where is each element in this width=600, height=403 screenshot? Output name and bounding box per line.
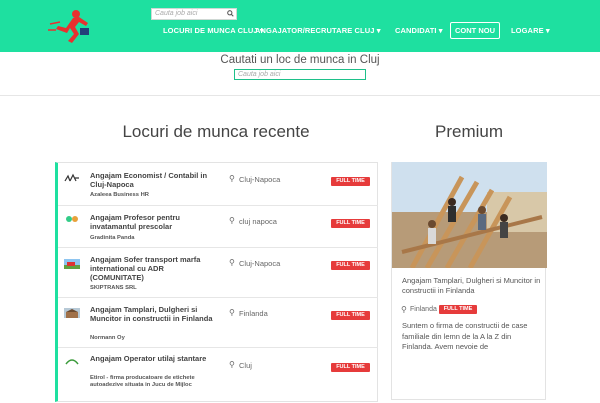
job-company: SKIPTRANS SRL [90,285,137,291]
company-logo-image [64,214,80,224]
location-pin-icon: ⚲ [229,308,235,317]
job-company: Gradinita Panda [90,235,135,241]
header-search-input[interactable]: Cauta job aici [151,8,237,20]
job-company: Normann Oy [90,335,125,341]
company-logo-image [64,308,80,318]
nav-locuri-label: LOCURI DE MUNCA CLUJ [163,26,258,35]
nav-logare[interactable]: LOGARE ▾ [511,26,550,35]
job-title[interactable]: Angajam Sofer transport marfa internatio… [90,255,218,282]
job-type-badge: FULL TIME [331,177,370,186]
job-type-badge: FULL TIME [331,363,370,372]
nav-candidati[interactable]: CANDIDATI ▾ [395,26,443,35]
construction-workers-image [392,162,547,268]
chevron-down-icon: ▾ [376,26,381,35]
nav-logare-label: LOGARE [511,26,544,35]
job-title[interactable]: Angajam Profesor pentru invatamantul pre… [90,213,218,231]
logo-runner-icon[interactable] [46,8,94,44]
nav-locuri-de-munca[interactable]: LOCURI DE MUNCA CLUJ ▾ [163,26,264,35]
job-location: Cluj [239,361,252,370]
hero-search-input[interactable]: Cauta job aici [234,69,366,80]
section-divider [0,95,600,96]
premium-title: Premium [434,122,503,141]
premium-job-card[interactable]: Angajam Tamplari, Dulgheri si Muncitor i… [391,162,547,400]
header-search-placeholder: Cauta job aici [155,10,198,17]
job-row[interactable]: Angajam Sofer transport marfa internatio… [58,248,378,298]
job-row[interactable]: Angajam Operator utilaj stantare Etirol … [58,348,378,403]
recent-jobs-title: Locuri de munca recente [122,122,310,141]
job-title[interactable]: Angajam Economist / Contabil in Cluj-Nap… [90,171,218,189]
job-location: Cluj-Napoca [239,259,281,268]
chevron-down-icon: ▾ [438,26,443,35]
job-company: Etirol - firma producatoare de etichete … [90,375,195,388]
nav-angajator-label: ANGAJATOR/RECRUTARE CLUJ [255,26,375,35]
job-location: cluj napoca [239,217,277,226]
job-location: Cluj-Napoca [239,175,281,184]
job-row[interactable]: Angajam Profesor pentru invatamantul pre… [58,206,378,248]
search-icon[interactable] [225,10,235,18]
job-row[interactable]: Angajam Economist / Contabil in Cluj-Nap… [58,163,378,206]
location-pin-icon: ⚲ [229,174,235,183]
company-logo-image [64,356,80,366]
company-logo-image [64,173,80,183]
job-type-badge: FULL TIME [331,219,370,228]
hero-title: Cautati un loc de munca in Cluj [220,54,380,66]
job-company: Azaleea Business HR [90,192,149,198]
top-navigation-bar: Cauta job aici LOCURI DE MUNCA CLUJ ▾ AN… [0,0,600,52]
job-location: Finlanda [239,309,268,318]
premium-job-description: Suntem o firma de constructii de case fa… [402,321,528,351]
premium-job-title[interactable]: Angajam Tamplari, Dulgheri si Muncitor i… [402,276,542,296]
nav-angajator[interactable]: ANGAJATOR/RECRUTARE CLUJ ▾ [255,26,381,35]
cont-nou-button[interactable]: CONT NOU [450,22,500,39]
location-pin-icon: ⚲ [229,360,235,369]
job-type-badge: FULL TIME [331,261,370,270]
nav-candidati-label: CANDIDATI [395,26,437,35]
company-logo-image [64,259,80,269]
location-pin-icon: ⚲ [229,216,235,225]
location-pin-icon: ⚲ [401,305,407,314]
job-type-badge: FULL TIME [439,305,477,314]
premium-job-location: Finlanda [410,306,437,313]
job-type-badge: FULL TIME [331,311,370,320]
job-title[interactable]: Angajam Operator utilaj stantare [90,354,218,363]
recent-jobs-list: Angajam Economist / Contabil in Cluj-Nap… [55,162,378,402]
job-title[interactable]: Angajam Tamplari, Dulgheri si Muncitor i… [90,305,218,323]
chevron-down-icon: ▾ [545,26,550,35]
location-pin-icon: ⚲ [229,258,235,267]
job-row[interactable]: Angajam Tamplari, Dulgheri si Muncitor i… [58,298,378,348]
